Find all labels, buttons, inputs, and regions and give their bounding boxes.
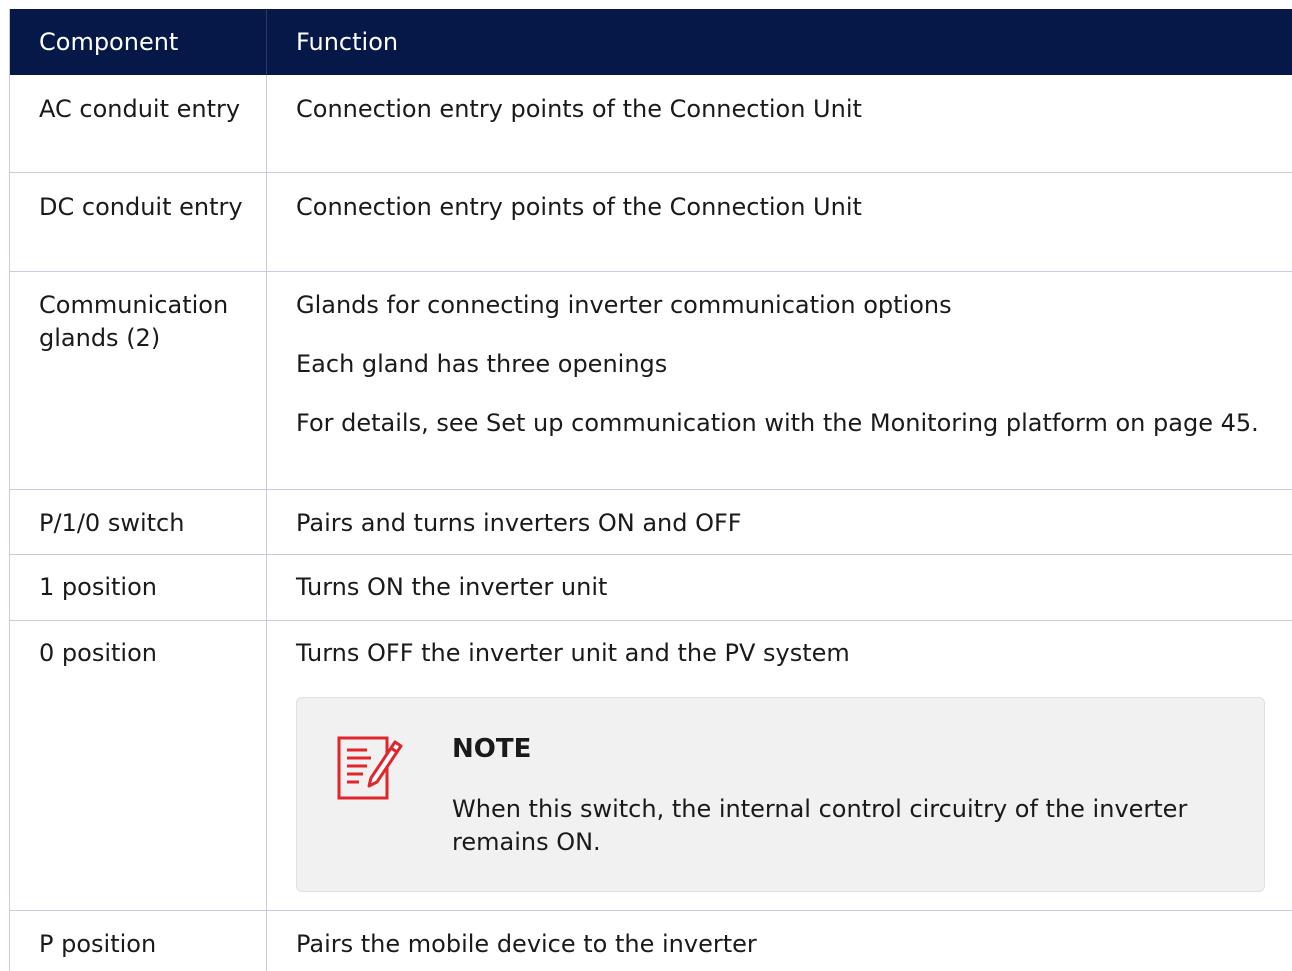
table-row: DC conduit entry Connection entry points…: [10, 173, 1292, 272]
component-cell: P position: [10, 911, 267, 971]
note-title: NOTE: [452, 734, 532, 764]
note-text: When this switch, the internal control c…: [452, 795, 1188, 856]
table-header-row: Component Function: [10, 9, 1292, 75]
function-cell: Pairs and turns inverters ON and OFF: [296, 509, 742, 537]
component-function-table: Component Function AC conduit entry Conn…: [9, 9, 1292, 971]
note-callout: NOTE When this switch, the internal cont…: [296, 697, 1265, 892]
component-cell: AC conduit entry: [10, 75, 267, 172]
function-cell: Turns OFF the inverter unit and the PV s…: [267, 621, 1292, 910]
component-cell: 1 position: [10, 555, 267, 620]
function-text: Turns OFF the inverter unit and the PV s…: [296, 639, 850, 667]
function-cell: Glands for connecting inverter communica…: [267, 272, 1292, 489]
table-row: 1 position Turns ON the inverter unit: [10, 555, 1292, 621]
function-paragraph: Glands for connecting inverter communica…: [296, 291, 952, 319]
header-function: Function: [296, 27, 399, 56]
table-row: P/1/0 switch Pairs and turns inverters O…: [10, 490, 1292, 555]
table-row: 0 position Turns OFF the inverter unit a…: [10, 621, 1292, 911]
note-edit-icon: [337, 736, 403, 800]
function-paragraph: Each gland has three openings: [296, 350, 668, 378]
component-cell: 0 position: [10, 621, 267, 910]
table-row: Communication glands (2) Glands for conn…: [10, 272, 1292, 490]
component-cell: P/1/0 switch: [10, 490, 267, 554]
function-paragraph: For details, see Set up communication wi…: [296, 409, 1259, 437]
table-row: AC conduit entry Connection entry points…: [10, 75, 1292, 173]
header-component: Component: [10, 9, 267, 75]
table-row: P position Pairs the mobile device to th…: [10, 911, 1292, 971]
component-cell: Communication glands (2): [10, 272, 267, 489]
function-cell: Connection entry points of the Connectio…: [296, 95, 862, 123]
component-cell: DC conduit entry: [10, 173, 267, 271]
function-cell: Turns ON the inverter unit: [296, 573, 608, 601]
function-cell: Connection entry points of the Connectio…: [296, 193, 862, 221]
function-cell: Pairs the mobile device to the inverter: [296, 930, 757, 958]
